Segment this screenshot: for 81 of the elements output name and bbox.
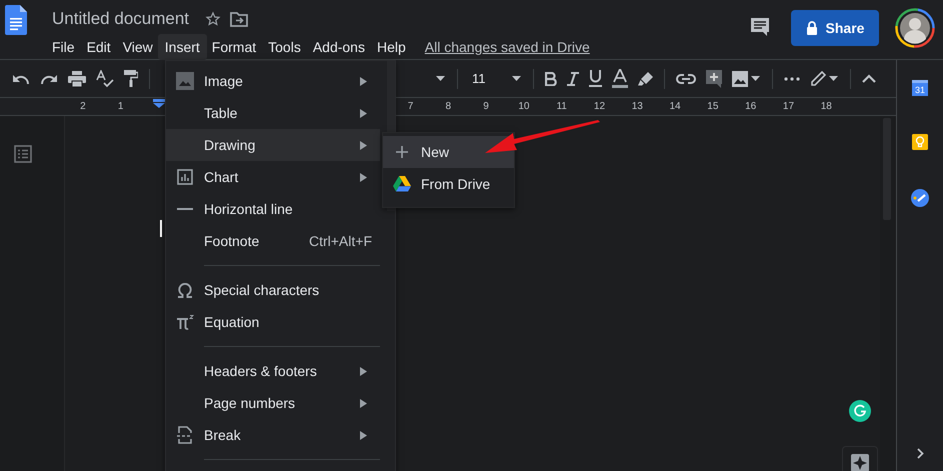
ruler-label: 10 (517, 101, 530, 112)
menu-item[interactable]: Add-ons (306, 34, 372, 60)
menu-option[interactable]: From Drive (383, 168, 514, 200)
ruler-label: 7 (406, 101, 414, 112)
collapse-icon[interactable] (862, 74, 876, 83)
horizontal-line-icon (177, 208, 193, 210)
ruler-label: 12 (592, 101, 606, 112)
ruler-label: 18 (820, 101, 833, 112)
indent-marker-icon[interactable] (152, 99, 165, 108)
menu-option[interactable]: Chart (166, 161, 380, 193)
text-cursor (160, 220, 162, 237)
menu-option[interactable]: Drawing (166, 129, 380, 161)
font-size-field[interactable]: 11 (464, 71, 506, 86)
highlighter-icon[interactable] (638, 72, 653, 86)
avatar[interactable] (895, 8, 935, 48)
menu-option[interactable]: Page numbers (166, 387, 380, 419)
image-icon (176, 72, 194, 90)
move-folder-icon[interactable] (230, 11, 248, 27)
expand-icon[interactable] (916, 448, 924, 459)
pi-icon (176, 314, 194, 330)
page-break-icon (177, 426, 193, 444)
outline-icon[interactable] (14, 145, 32, 163)
star-icon[interactable] (205, 11, 222, 27)
ruler-label: 17 (782, 101, 796, 112)
ruler-label: 16 (744, 101, 758, 112)
caret-icon[interactable] (751, 76, 760, 81)
ruler-label: 2 (79, 101, 87, 112)
menu-item[interactable]: View (116, 34, 160, 60)
triangle-logo-icon (393, 176, 411, 192)
bar-chart-icon (177, 169, 193, 185)
menu-option[interactable]: Special characters (166, 274, 380, 306)
lock-icon (806, 21, 818, 35)
ruler-label: 11 (555, 101, 568, 112)
ruler-label: 13 (630, 101, 644, 112)
image-icon[interactable] (732, 70, 748, 86)
grammarly-icon[interactable] (849, 400, 871, 422)
print-icon[interactable] (68, 70, 86, 86)
menu-option[interactable]: Break (166, 419, 380, 451)
tasks-icon[interactable] (911, 189, 929, 207)
menu-item[interactable]: Edit (80, 34, 118, 60)
menu-option[interactable]: Equation (166, 306, 380, 338)
save-status-link[interactable]: All changes saved in Drive (424, 39, 590, 55)
menu-option[interactable]: Headers & footers (166, 355, 380, 387)
menu-item[interactable]: Help (370, 34, 413, 60)
italic-icon[interactable] (567, 72, 579, 86)
text-color-icon[interactable] (612, 69, 628, 88)
comment-icon[interactable] (749, 16, 771, 38)
pencil-icon[interactable] (810, 70, 826, 86)
menu-option[interactable]: Footnote Ctrl+Alt+F (166, 225, 380, 257)
more-icon[interactable] (784, 76, 800, 80)
spellcheck-icon[interactable] (96, 70, 114, 88)
caret-icon[interactable] (829, 76, 838, 81)
menu-option[interactable]: Horizontal line (166, 193, 380, 225)
plus-icon (396, 146, 408, 158)
bold-icon[interactable] (545, 72, 557, 86)
calendar-icon[interactable]: 31 (912, 80, 928, 96)
ruler-label: 8 (444, 101, 452, 112)
ruler-label: 1 (116, 101, 124, 112)
add-comment-icon[interactable] (706, 70, 722, 88)
omega-icon (177, 282, 193, 298)
menu-option[interactable]: Image (166, 65, 380, 97)
caret-icon[interactable] (512, 76, 521, 81)
ruler-label: 15 (706, 101, 720, 112)
menu-option[interactable]: Table (166, 97, 380, 129)
menu-item[interactable]: Format (204, 34, 264, 60)
docs-logo-icon[interactable] (5, 5, 27, 35)
redo-icon[interactable] (40, 72, 58, 84)
sparkle-icon (851, 454, 869, 471)
link-icon[interactable] (676, 74, 696, 84)
document-title[interactable]: Untitled document (52, 9, 190, 29)
menu-option[interactable]: New (383, 136, 514, 168)
ruler-label: 14 (668, 101, 682, 112)
share-button[interactable]: Share (791, 10, 879, 46)
ruler-label: 9 (482, 101, 490, 112)
menu-item[interactable]: Tools (261, 34, 308, 60)
menu-item[interactable]: File (45, 34, 82, 60)
paint-format-icon[interactable] (124, 70, 138, 87)
menu-item[interactable]: Insert (158, 34, 207, 60)
undo-icon[interactable] (12, 72, 30, 84)
underline-icon[interactable] (589, 70, 602, 87)
caret-icon[interactable] (436, 76, 445, 81)
